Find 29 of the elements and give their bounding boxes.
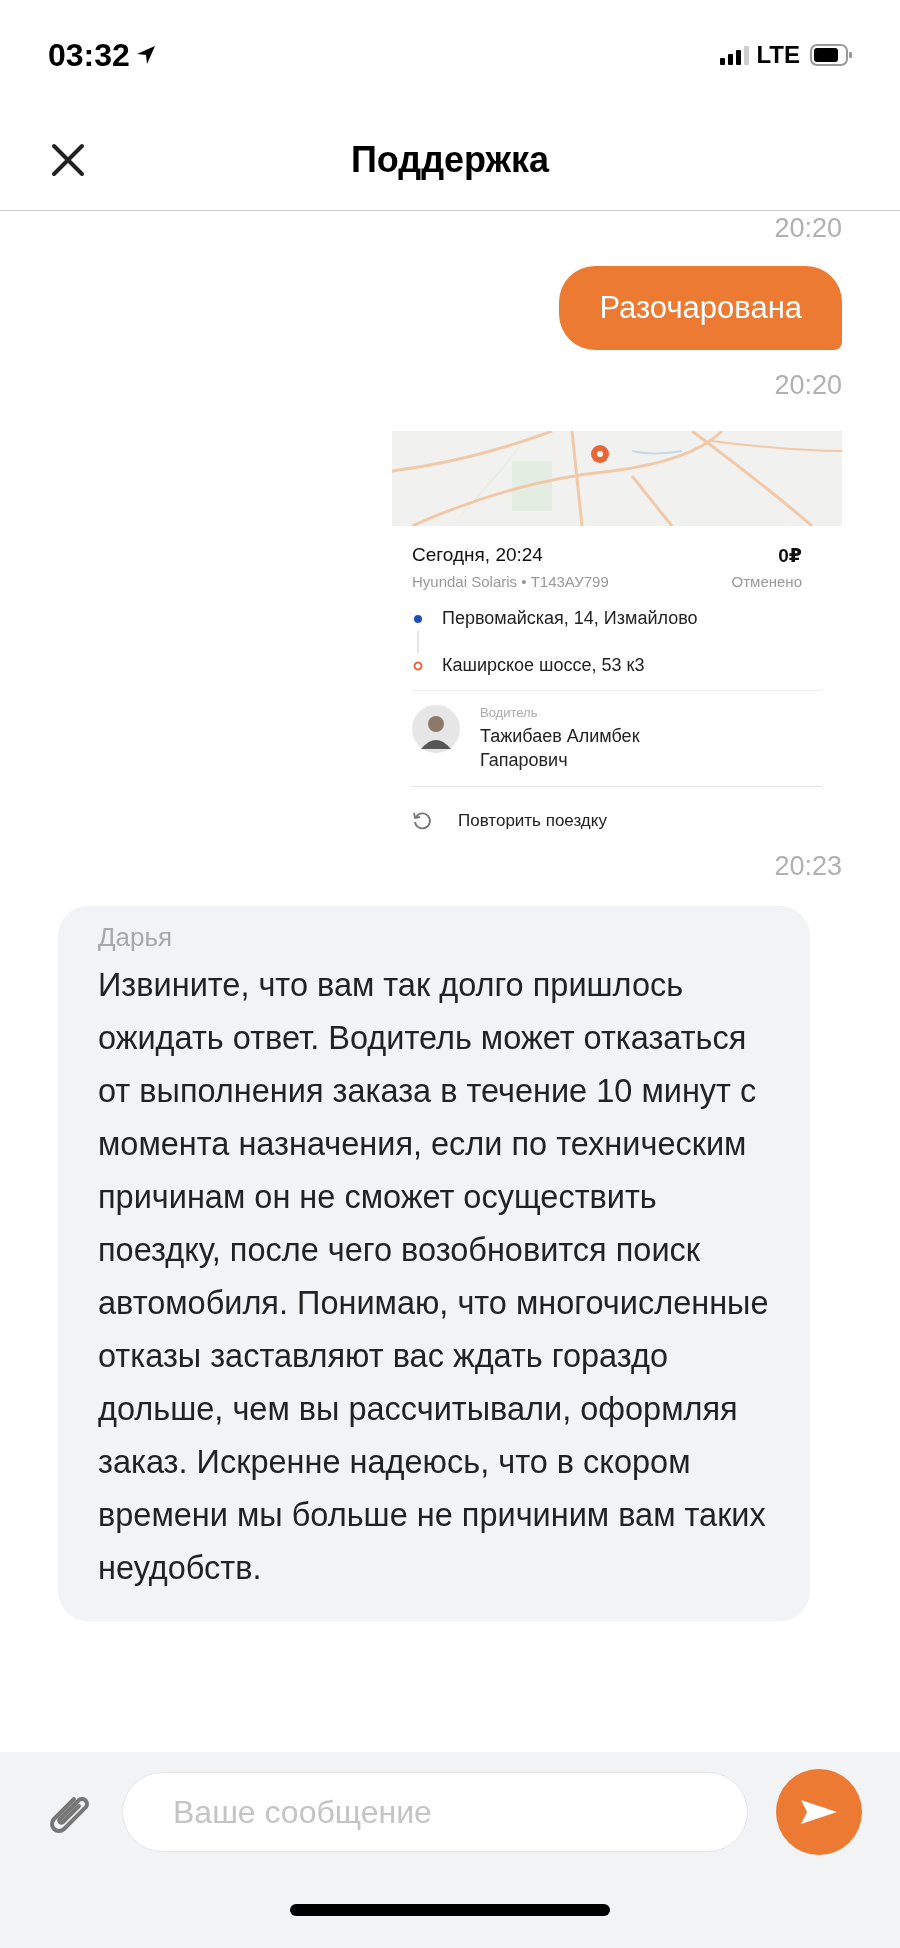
close-icon <box>50 142 86 178</box>
trip-status: Отменено <box>731 573 802 590</box>
trip-price: 0₽ <box>778 544 802 567</box>
car-info: Hyundai Solaris • Т143АУ799 <box>412 573 609 590</box>
network-label: LTE <box>756 41 800 69</box>
end-ring-icon <box>412 659 424 672</box>
close-button[interactable] <box>50 142 86 178</box>
driver-name: Тажибаев Алимбек Гапарович <box>480 725 641 772</box>
trip-date: Сегодня, 20:24 <box>412 544 543 567</box>
message-field[interactable]: Ваше сообщение <box>122 1772 748 1852</box>
message-text: Извините, что вам так долго пришлось ожидать ответ. Водитель может отказаться от выполнения заказа в течение 10 минут с момента назначения, если по техническим причинам он не сможет осуществить поездку, после чего возобновится поиск автомобиля. Понимаю, что многочисленные отказы заставляют вас ждать гораздо дольше, чем вы рассчитывали, оформляя заказ. Искренне надеюсь, что в скором времени мы больше не причиним вам таких неудобств. <box>98 966 770 1588</box>
location-arrow-icon <box>135 45 156 65</box>
header-title: Поддержка <box>350 139 550 181</box>
signal-icon <box>720 45 751 65</box>
message-time: 20:23 <box>774 851 842 882</box>
refresh-icon <box>412 811 432 831</box>
battery-icon <box>810 44 852 66</box>
avatar <box>412 705 460 753</box>
clock-time: 03:32 <box>48 36 130 74</box>
message-bubble: Разочарована <box>559 266 842 350</box>
message-time: 20:20 <box>774 370 842 401</box>
route-address: Первомайская, 14, Измайлово <box>442 608 698 629</box>
route-address: Каширское шоссе, 53 к3 <box>442 655 645 676</box>
repeat-trip-button[interactable]: Повторить поездку <box>412 787 607 831</box>
start-dot-icon <box>412 612 424 625</box>
author-name: Дарья <box>98 922 174 953</box>
driver-label: Водитель <box>480 705 539 720</box>
message-time: 20:20 <box>774 213 842 244</box>
send-icon <box>799 1797 839 1827</box>
